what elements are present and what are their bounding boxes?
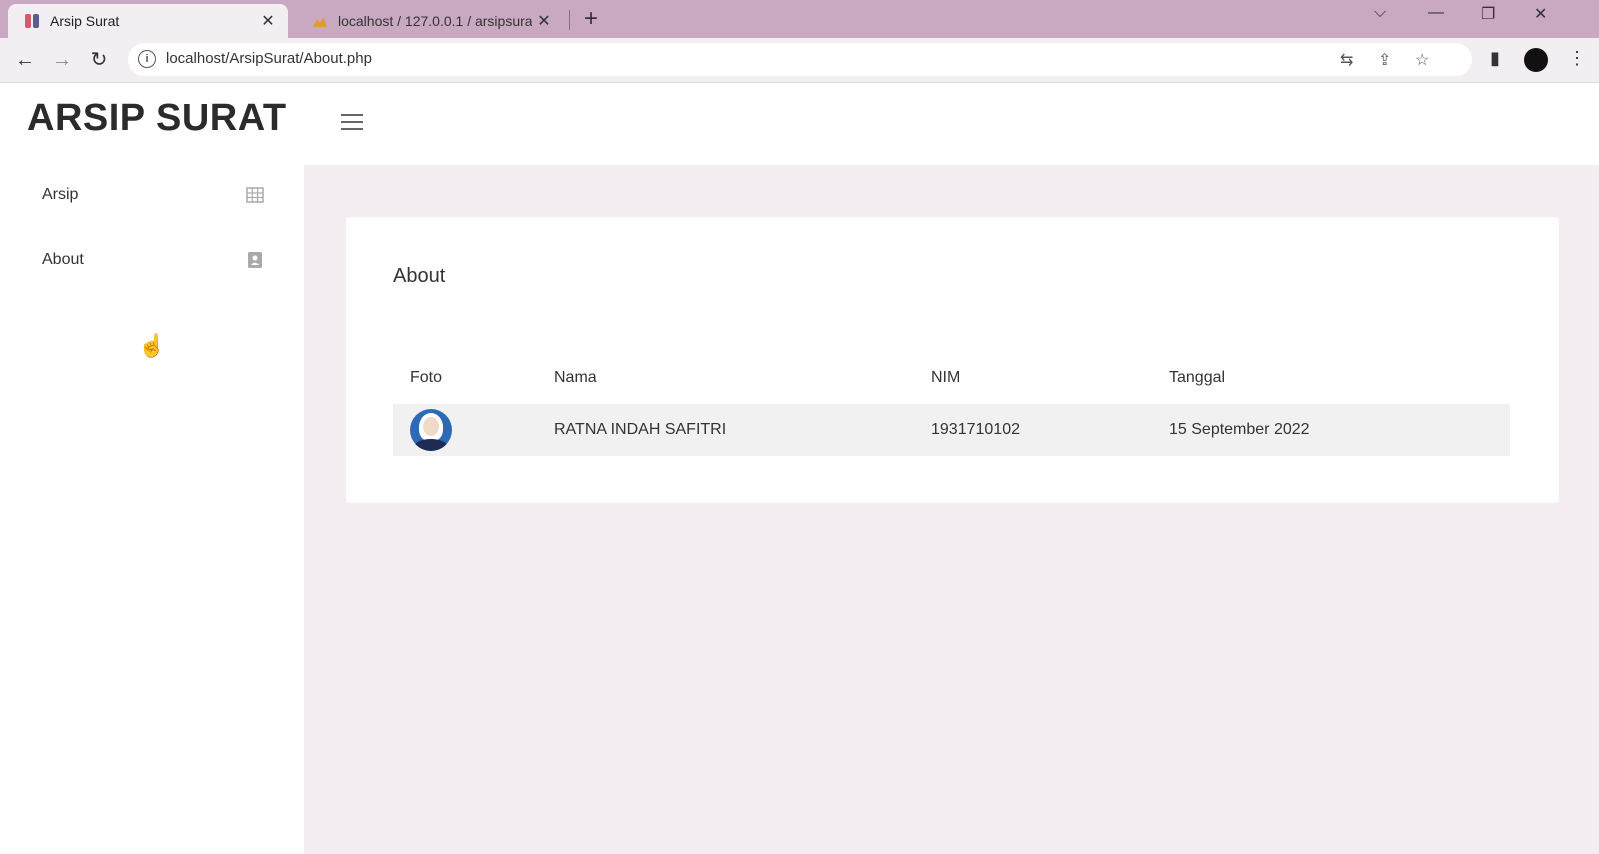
header-nama: Nama xyxy=(554,369,597,386)
tab-separator xyxy=(569,10,570,30)
back-arrow-icon[interactable]: ← xyxy=(11,47,39,73)
browser-tab-bar: Arsip Surat ✕ localhost / 127.0.0.1 / ar… xyxy=(0,0,1599,38)
app-brand[interactable]: ARSIP SURAT xyxy=(27,97,287,140)
phpmyadmin-favicon-icon xyxy=(313,17,327,27)
close-tab-icon[interactable]: ✕ xyxy=(532,11,556,31)
translate-icon[interactable]: ⇆ xyxy=(1340,50,1353,70)
hand-cursor-icon: ☝ xyxy=(138,333,166,358)
app-favicon-icon xyxy=(25,14,39,28)
header-tanggal: Tanggal xyxy=(1169,369,1226,386)
address-bar[interactable]: i localhost/ArsipSurat/About.php ⇆ ⇪ ☆ xyxy=(128,43,1472,76)
share-icon[interactable]: ⇪ xyxy=(1378,50,1391,70)
main-content: About Foto Nama NIM Tanggal RATNA INDAH … xyxy=(304,165,1599,854)
browser-toolbar: ← → ↻ i localhost/ArsipSurat/About.php ⇆… xyxy=(0,38,1599,83)
close-tab-icon[interactable]: ✕ xyxy=(256,11,280,31)
tab-phpmyadmin[interactable]: localhost / 127.0.0.1 / arsipsurat ✕ xyxy=(296,4,564,38)
sidebar-item-about[interactable]: About xyxy=(42,245,264,275)
profile-avatar-icon[interactable] xyxy=(1524,48,1548,72)
cell-nama: RATNA INDAH SAFITRI xyxy=(554,421,727,438)
avatar xyxy=(410,409,452,451)
reload-icon[interactable]: ↻ xyxy=(85,47,113,73)
restore-icon[interactable]: ❐ xyxy=(1481,4,1495,24)
tab-search-chevron-icon[interactable]: ⌵ xyxy=(1374,4,1386,22)
header-nim: NIM xyxy=(931,369,961,386)
contact-card-icon xyxy=(248,252,262,268)
forward-arrow-icon[interactable]: → xyxy=(48,47,76,73)
more-menu-icon[interactable]: ⋮ xyxy=(1568,48,1586,69)
tab-title: Arsip Surat xyxy=(50,13,120,29)
table-header: Foto Nama NIM Tanggal xyxy=(393,352,1510,404)
minimize-icon[interactable]: — xyxy=(1428,4,1444,22)
tab-arsip-surat[interactable]: Arsip Surat ✕ xyxy=(8,4,288,38)
page: ARSIP SURAT Arsip About About Foto Nama … xyxy=(0,83,1599,854)
new-tab-icon[interactable]: + xyxy=(584,5,598,33)
cell-tanggal: 15 September 2022 xyxy=(1169,421,1310,438)
about-table: Foto Nama NIM Tanggal RATNA INDAH SAFITR… xyxy=(393,352,1510,456)
cell-nim: 1931710102 xyxy=(931,421,1020,438)
sidebar-item-label: About xyxy=(42,251,84,268)
side-panel-icon[interactable]: ▮ xyxy=(1490,48,1500,69)
bookmark-star-icon[interactable]: ☆ xyxy=(1415,50,1429,70)
table-row: RATNA INDAH SAFITRI 1931710102 15 Septem… xyxy=(393,404,1510,456)
site-info-icon[interactable]: i xyxy=(138,50,156,68)
about-card: About Foto Nama NIM Tanggal RATNA INDAH … xyxy=(346,217,1559,503)
table-icon xyxy=(246,187,264,203)
tab-title: localhost / 127.0.0.1 / arsipsurat xyxy=(338,13,532,29)
sidebar: Arsip About xyxy=(0,165,304,854)
url-text[interactable]: localhost/ArsipSurat/About.php xyxy=(166,50,372,67)
hamburger-menu-icon[interactable] xyxy=(341,114,363,135)
header-foto: Foto xyxy=(410,369,443,386)
page-title: About xyxy=(393,265,446,287)
sidebar-item-arsip[interactable]: Arsip xyxy=(42,180,264,210)
sidebar-item-label: Arsip xyxy=(42,186,79,203)
close-window-icon[interactable]: ✕ xyxy=(1534,4,1547,24)
